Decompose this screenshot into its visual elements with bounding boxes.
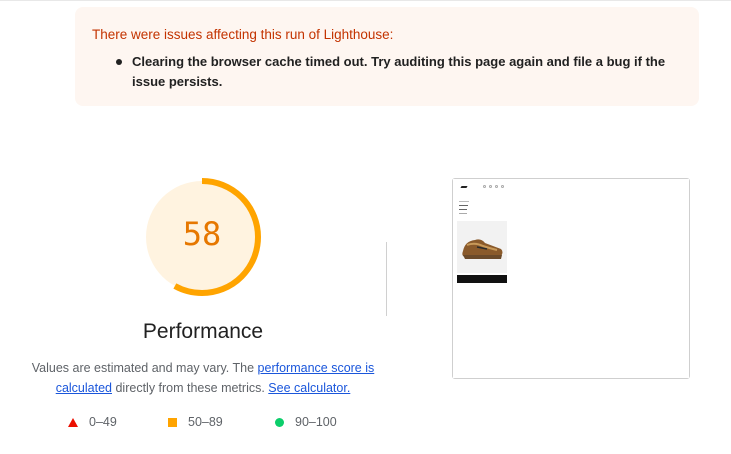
shoe-icon: [462, 239, 503, 259]
legend-label: 50–89: [188, 415, 223, 429]
legend-label: 90–100: [295, 415, 337, 429]
legend-item-fail: 0–49: [68, 415, 117, 429]
triangle-icon: [68, 417, 78, 427]
brand-logo-icon: [460, 186, 468, 188]
vertical-divider: [386, 242, 387, 316]
top-divider: [0, 0, 731, 1]
mini-text-line: [459, 205, 468, 206]
lighthouse-report: There were issues affecting this run of …: [0, 0, 731, 454]
circle-icon: [275, 417, 284, 427]
run-warnings-box: There were issues affecting this run of …: [75, 7, 699, 106]
gauge-label: Performance: [142, 320, 264, 343]
score-scale-legend: 0–49 50–89 90–100: [0, 415, 420, 435]
square-icon: [168, 417, 177, 427]
mini-text-line: [459, 209, 467, 210]
description-text: directly from these metrics.: [112, 381, 269, 395]
legend-item-pass: 90–100: [275, 415, 337, 429]
warning-item: Clearing the browser cache timed out. Tr…: [116, 52, 692, 92]
mini-cta-bar: [457, 275, 507, 283]
warning-title: There were issues affecting this run of …: [92, 27, 394, 42]
mini-text-line: [459, 213, 467, 214]
gauge-score: 58: [182, 215, 222, 253]
bullet-icon: [116, 59, 122, 65]
final-screenshot[interactable]: [452, 178, 690, 379]
legend-item-average: 50–89: [168, 415, 223, 429]
mini-text-line: [459, 201, 469, 202]
warning-item-text: Clearing the browser cache timed out. Tr…: [132, 54, 666, 89]
warning-list: Clearing the browser cache timed out. Tr…: [116, 52, 692, 92]
score-description: Values are estimated and may vary. The p…: [28, 358, 378, 398]
legend-label: 0–49: [89, 415, 117, 429]
performance-gauge[interactable]: 58: [141, 176, 263, 298]
product-image: [457, 221, 507, 273]
page-screenshot-thumbnail: [453, 179, 689, 378]
see-calculator-link[interactable]: See calculator.: [268, 381, 350, 395]
description-text: Values are estimated and may vary. The: [31, 361, 258, 375]
